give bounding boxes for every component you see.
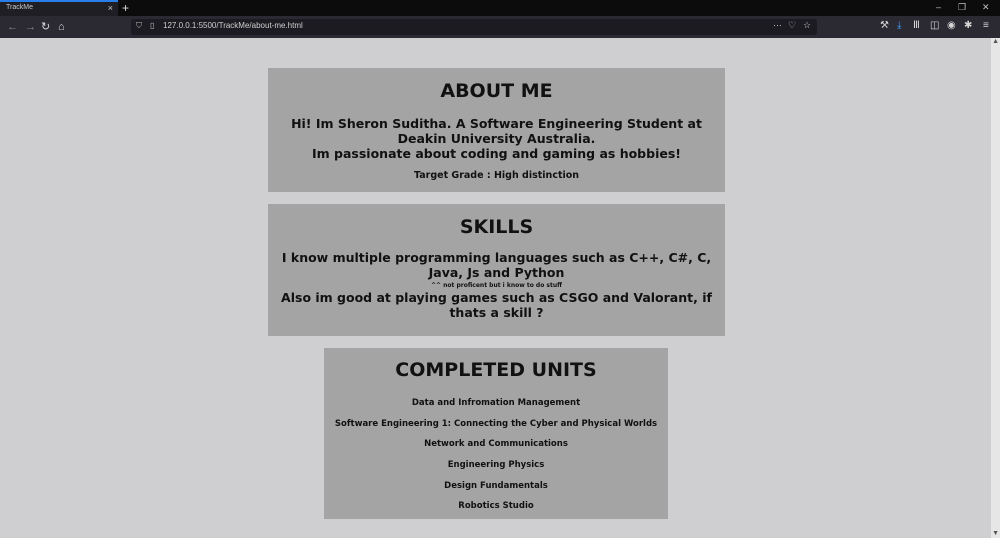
units-list: Data and Infromation Management Software… xyxy=(324,393,668,517)
account-icon[interactable]: ◉ xyxy=(947,20,956,31)
url-bar[interactable]: ⛉ ▯ 127.0.0.1:5500/TrackMe/about-me.html… xyxy=(131,19,817,35)
about-line-1: Hi! Im Sheron Suditha. A Software Engine… xyxy=(291,116,702,131)
unit-item: Robotics Studio xyxy=(458,501,534,512)
nav-bar: ← → ↻ ⌂ ⛉ ▯ 127.0.0.1:5500/TrackMe/about… xyxy=(0,16,1000,38)
about-line-3: Im passionate about coding and gaming as… xyxy=(312,146,681,161)
scroll-down-icon[interactable]: ▼ xyxy=(992,530,999,537)
skills-title: SKILLS xyxy=(459,216,534,238)
download-icon[interactable]: ⤓ xyxy=(897,20,901,31)
back-icon[interactable]: ← xyxy=(7,20,18,34)
unit-item: Design Fundamentals xyxy=(444,480,548,491)
forward-icon[interactable]: → xyxy=(25,20,36,34)
minimize-icon[interactable]: – xyxy=(936,2,941,12)
unit-item: Network and Communications xyxy=(424,439,568,450)
about-card: ABOUT ME Hi! Im Sheron Suditha. A Softwa… xyxy=(268,68,725,192)
skills-note: ^^ not proficent but i know to do stuff xyxy=(430,282,562,289)
page-actions-icon[interactable]: ··· xyxy=(773,20,782,30)
unit-item: Engineering Physics xyxy=(447,460,545,471)
extensions-icon[interactable]: ✱ xyxy=(964,20,972,31)
tab-bar: TrackMe × + – ❐ ✕ xyxy=(0,0,1000,16)
target-grade: Target Grade : High distinction xyxy=(413,170,580,181)
about-title: ABOUT ME xyxy=(440,80,553,102)
tools-icon[interactable]: ⚒ xyxy=(880,20,889,31)
units-card: COMPLETED UNITS Data and Infromation Man… xyxy=(324,348,668,519)
tab-title: TrackMe xyxy=(6,4,33,11)
unit-item: Data and Infromation Management xyxy=(411,398,581,408)
maximize-icon[interactable]: ❐ xyxy=(958,2,966,13)
page-info-icon[interactable]: ▯ xyxy=(150,21,154,30)
scrollbar[interactable] xyxy=(991,38,1000,538)
skills-line-1: I know multiple programming languages su… xyxy=(281,250,712,265)
about-line-2: Deakin University Australia. xyxy=(397,131,596,146)
unit-item: Software Engineering 1: Connecting the C… xyxy=(334,418,658,429)
skills-line-4: thats a skill ? xyxy=(449,305,544,320)
skills-card: SKILLS I know multiple programming langu… xyxy=(268,204,725,336)
scroll-up-icon[interactable]: ▲ xyxy=(992,38,999,45)
tab-close-icon[interactable]: × xyxy=(108,3,113,13)
library-icon[interactable]: Ⅲ xyxy=(913,20,920,31)
url-text[interactable]: 127.0.0.1:5500/TrackMe/about-me.html xyxy=(163,21,303,30)
sidebar-icon[interactable]: ◫ xyxy=(930,20,939,31)
menu-icon[interactable]: ≡ xyxy=(983,20,989,31)
pocket-icon[interactable]: ♡ xyxy=(788,20,796,31)
skills-line-3: Also im good at playing games such as CS… xyxy=(281,290,712,305)
reload-icon[interactable]: ↻ xyxy=(41,20,50,34)
close-window-icon[interactable]: ✕ xyxy=(982,2,990,13)
bookmark-star-icon[interactable]: ☆ xyxy=(803,20,811,31)
skills-line-2: Java, Js and Python xyxy=(428,265,565,280)
shield-icon[interactable]: ⛉ xyxy=(136,21,142,31)
home-icon[interactable]: ⌂ xyxy=(58,20,65,34)
units-title: COMPLETED UNITS xyxy=(395,359,597,381)
browser-tab[interactable]: TrackMe × xyxy=(0,0,118,16)
new-tab-icon[interactable]: + xyxy=(122,0,129,16)
